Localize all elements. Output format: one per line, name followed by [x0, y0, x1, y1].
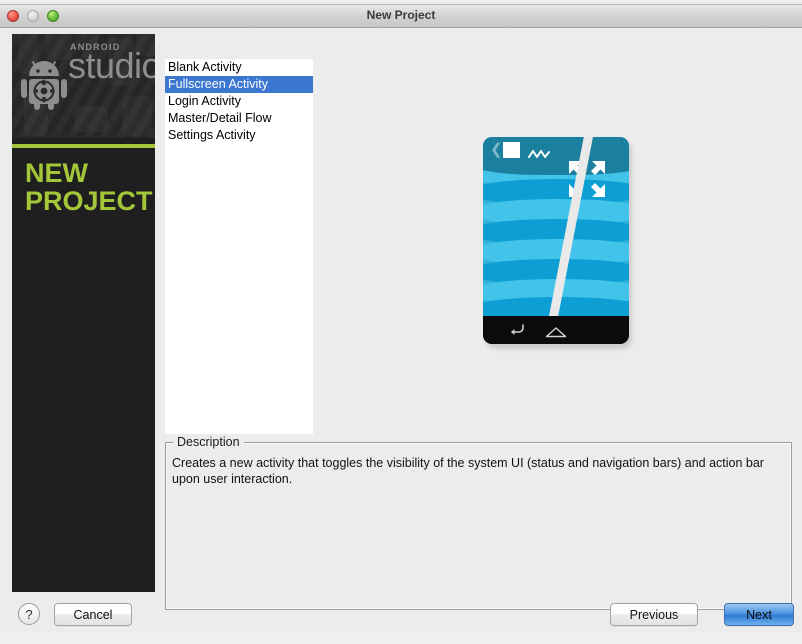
banner-accent-rule [12, 144, 155, 148]
android-studio-logo: ANDROID studio [12, 34, 155, 138]
next-button[interactable]: Next [724, 603, 794, 626]
title-bar[interactable]: New Project [0, 5, 802, 28]
new-project-dialog: New Project ANDROID studio NEW PROJECT B… [0, 4, 802, 633]
banner-title-line-2: PROJECT [25, 185, 153, 216]
nav-home-icon [545, 325, 567, 343]
screenshot-root: New Project ANDROID studio NEW PROJECT B… [0, 0, 802, 644]
chevron-left-icon: ❮ [490, 141, 503, 158]
cancel-button[interactable]: Cancel [54, 603, 132, 626]
phone-nav-bar [483, 316, 629, 344]
android-robot-gear-icon [20, 56, 72, 110]
list-item[interactable]: Blank Activity [165, 59, 313, 76]
nav-back-icon [508, 324, 525, 342]
action-bar-curve [483, 155, 629, 175]
square-icon [503, 142, 520, 158]
description-label: Description [173, 435, 244, 449]
list-item[interactable]: Master/Detail Flow [165, 110, 313, 127]
activity-template-list[interactable]: Blank Activity Fullscreen Activity Login… [165, 59, 313, 434]
template-preview: ❮ [320, 59, 790, 434]
window-title: New Project [366, 8, 436, 22]
previous-button[interactable]: Previous [610, 603, 698, 626]
zigzag-icon [528, 146, 550, 164]
list-item[interactable]: Fullscreen Activity [165, 76, 313, 93]
brand-studio-text: studio [68, 45, 155, 86]
list-item[interactable]: Login Activity [165, 93, 313, 110]
banner-title: NEW PROJECT [25, 158, 153, 216]
phone-action-bar: ❮ [483, 137, 629, 175]
banner-title-line-1: NEW [25, 158, 88, 188]
description-group: Description Creates a new activity that … [165, 435, 792, 610]
help-button[interactable]: ? [18, 603, 40, 625]
list-item[interactable]: Settings Activity [165, 127, 313, 144]
dialog-footer: ? Cancel Previous Next [0, 592, 802, 634]
new-project-banner: ANDROID studio NEW PROJECT [12, 34, 155, 592]
description-text: Creates a new activity that toggles the … [172, 456, 764, 486]
dialog-content: ANDROID studio NEW PROJECT Blank Activit… [0, 28, 802, 634]
phone-mockup: ❮ [483, 137, 629, 344]
